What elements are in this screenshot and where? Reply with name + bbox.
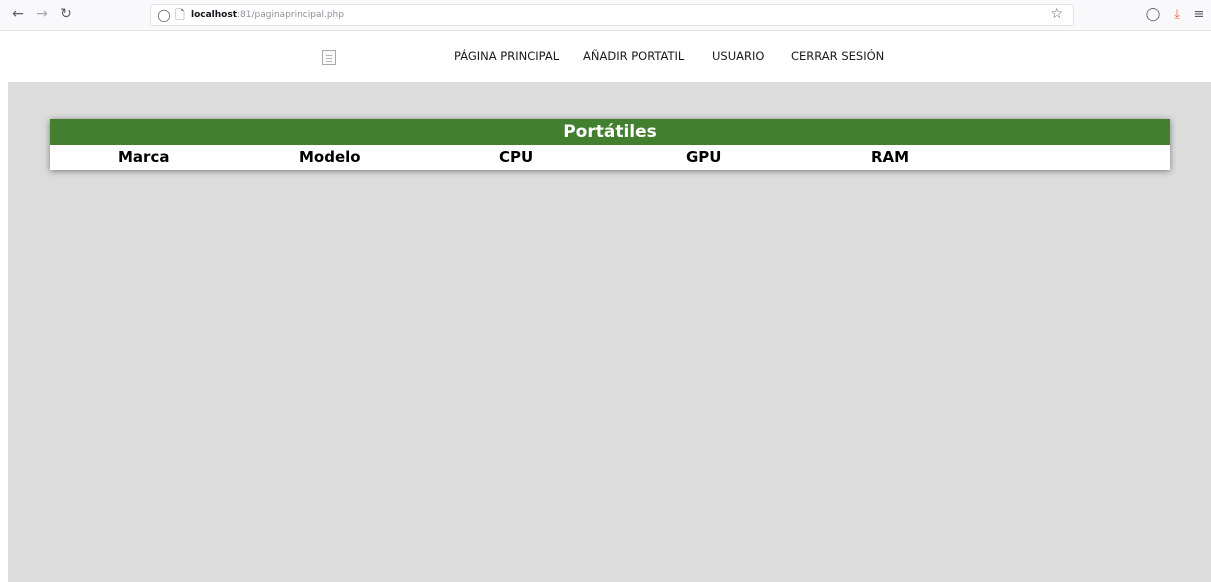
logo-broken-image-icon[interactable]	[322, 50, 336, 65]
nav-anadir-portatil[interactable]: AÑADIR PORTATIL	[583, 49, 684, 65]
browser-toolbar: ← → ↻ ◯ 🗋 localhost:81/paginaprincipal.p…	[0, 0, 1211, 31]
site-header: PÁGINA PRINCIPAL AÑADIR PORTATIL USUARIO…	[8, 31, 1211, 82]
menu-button[interactable]: ≡	[1189, 4, 1209, 24]
reload-icon: ↻	[60, 6, 72, 22]
column-header-modelo: Modelo	[299, 148, 361, 166]
forward-button[interactable]: →	[32, 4, 52, 24]
column-header-gpu: GPU	[686, 148, 722, 166]
url-text[interactable]: localhost:81/paginaprincipal.php	[191, 8, 344, 24]
pocket-button[interactable]: ◯	[1143, 4, 1163, 24]
laptops-table: Portátiles Marca Modelo CPU GPU RAM	[50, 119, 1170, 170]
column-header-ram: RAM	[871, 148, 910, 166]
nav-usuario[interactable]: USUARIO	[712, 49, 764, 65]
column-header-cpu: CPU	[499, 148, 534, 166]
url-path: :81/paginaprincipal.php	[237, 10, 344, 20]
url-host: localhost	[191, 10, 238, 20]
hamburger-menu-icon: ≡	[1193, 6, 1205, 22]
address-bar[interactable]: ◯ 🗋 localhost:81/paginaprincipal.php ☆	[150, 4, 1074, 26]
main-content: Portátiles Marca Modelo CPU GPU RAM	[8, 82, 1211, 582]
table-caption: Portátiles	[50, 119, 1170, 145]
arrow-right-icon: →	[36, 6, 48, 22]
download-icon: ⤓	[1174, 6, 1180, 22]
download-button[interactable]: ⤓	[1167, 4, 1187, 24]
shield-icon[interactable]: ◯	[157, 7, 171, 23]
back-button[interactable]: ←	[8, 4, 28, 24]
page-icon[interactable]: 🗋	[174, 7, 186, 23]
arrow-left-icon: ←	[12, 6, 24, 22]
star-icon[interactable]: ☆	[1050, 6, 1063, 22]
column-header-marca: Marca	[118, 148, 170, 166]
nav-pagina-principal[interactable]: PÁGINA PRINCIPAL	[454, 49, 559, 65]
reload-button[interactable]: ↻	[56, 4, 76, 24]
pocket-icon: ◯	[1145, 6, 1161, 22]
nav-cerrar-sesion[interactable]: CERRAR SESIÓN	[791, 49, 884, 65]
